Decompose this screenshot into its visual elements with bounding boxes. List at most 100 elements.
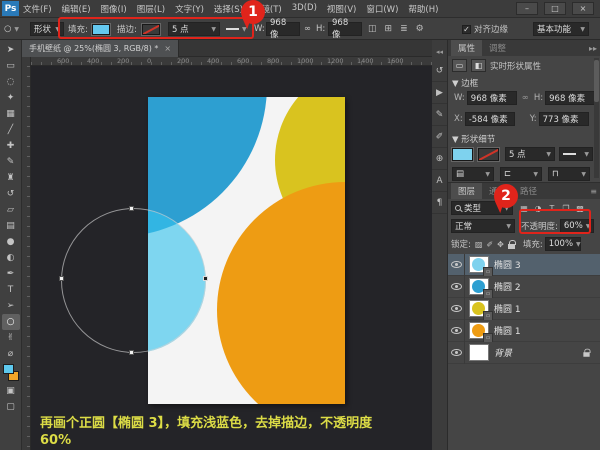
tool-preset-picker[interactable]: ○ ▼ [4, 18, 19, 40]
path-anchor-right[interactable] [203, 276, 208, 281]
visibility-toggle[interactable] [448, 342, 465, 364]
layer-thumbnail[interactable]: ▭ [470, 279, 488, 294]
history-panel-icon[interactable]: ↺ [432, 60, 447, 82]
stroke-corner-select[interactable]: ⊓▼ [548, 167, 590, 181]
prop-x-field[interactable]: -584 像素 [465, 112, 515, 126]
foreground-color-swatch[interactable] [3, 364, 14, 374]
panel-menu-icon[interactable]: ≡ [590, 187, 597, 196]
quick-selection-tool[interactable]: ✦ [2, 90, 20, 106]
menu-item[interactable]: 窗口(W) [366, 3, 398, 15]
lock-pixels-icon[interactable]: ✐ [486, 240, 493, 249]
paragraph-panel-icon[interactable]: ¶ [432, 192, 447, 214]
props-stroke-swatch[interactable] [478, 148, 499, 161]
layer-row-background[interactable]: 背景 [448, 342, 600, 364]
path-anchor-top[interactable] [129, 206, 134, 211]
marquee-tool[interactable]: ▭ [2, 58, 20, 74]
panel-collapse-icon[interactable]: ▸▸ [589, 44, 597, 53]
brush-panel-icon[interactable]: ✐ [432, 126, 447, 148]
link-dimensions-icon[interactable]: ∞ [522, 93, 529, 103]
menu-item[interactable]: 视图(V) [327, 3, 356, 15]
layer-thumbnail[interactable]: ▭ [470, 301, 488, 316]
path-alignment-icon[interactable]: ⊞ [385, 24, 393, 34]
workspace-switcher[interactable]: 基本功能 ▼ [533, 18, 589, 40]
layer-name[interactable]: 椭圆 1 [494, 324, 521, 337]
eraser-tool[interactable]: ▱ [2, 202, 20, 218]
visibility-toggle[interactable] [448, 298, 465, 320]
actions-panel-icon[interactable]: ▶ [432, 82, 447, 104]
layer-name[interactable]: 椭圆 2 [494, 280, 521, 293]
gradient-tool[interactable]: ▤ [2, 218, 20, 234]
lasso-tool[interactable]: ◌ [2, 74, 20, 90]
document-tab[interactable]: 手机壁纸 @ 25%(椭圆 3, RGB/8) * × [22, 40, 179, 57]
zoom-tool[interactable]: ⌀ [2, 346, 20, 362]
props-fill-swatch[interactable] [452, 148, 473, 161]
tab-adjustments[interactable]: 调整 [482, 40, 513, 56]
ellipse-tool[interactable]: ○ [2, 314, 20, 330]
visibility-toggle[interactable] [448, 320, 465, 342]
color-swatches[interactable] [2, 364, 20, 381]
path-anchor-bottom[interactable] [129, 350, 134, 355]
layer-row-ellipse-3[interactable]: ▭ 椭圆 3 [448, 254, 600, 276]
prop-w-field[interactable]: 968 像素 [467, 91, 517, 105]
menu-item[interactable]: 图像(I) [101, 3, 127, 15]
eyedropper-tool[interactable]: ╱ [2, 122, 20, 138]
hand-tool[interactable]: ✌ [2, 330, 20, 346]
ellipse-path-outline[interactable] [61, 208, 206, 353]
path-arrange-icon[interactable]: ≣ [400, 24, 408, 34]
layer-row-ellipse-2[interactable]: ▭ 椭圆 2 [448, 276, 600, 298]
layer-row-ellipse-1b[interactable]: ▭ 椭圆 1 [448, 320, 600, 342]
path-anchor-left[interactable] [59, 276, 64, 281]
brush-tool[interactable]: ✎ [2, 154, 20, 170]
layer-thumbnail[interactable] [470, 345, 488, 360]
layer-thumbnail[interactable]: ▭ [470, 323, 488, 338]
healing-brush-tool[interactable]: ✚ [2, 138, 20, 154]
shape-width-field[interactable]: 968 像 [266, 18, 300, 40]
menu-item[interactable]: 3D(D) [292, 3, 317, 15]
history-brush-tool[interactable]: ↺ [2, 186, 20, 202]
align-edges-checkbox[interactable]: ✓ 对齐边缘 [462, 18, 508, 40]
menu-item[interactable]: 选择(S) [214, 3, 243, 15]
prop-h-field[interactable]: 968 像素 [545, 91, 595, 105]
character-panel-icon[interactable]: A [432, 170, 447, 192]
fill-opacity-field[interactable]: 100% ▼ [545, 237, 581, 251]
shape-height-field[interactable]: 968 像 [328, 18, 362, 40]
clone-stamp-tool[interactable]: ♜ [2, 170, 20, 186]
tab-close-icon[interactable]: × [164, 44, 171, 53]
crop-tool[interactable]: ▦ [2, 106, 20, 122]
menu-item[interactable]: 图层(L) [137, 3, 165, 15]
checkbox-check-icon[interactable]: ✓ [462, 25, 471, 34]
mask-properties-icon[interactable]: ◧ [471, 59, 486, 72]
prop-y-field[interactable]: 773 像素 [539, 112, 589, 126]
blur-tool[interactable]: ● [2, 234, 20, 250]
layer-name[interactable]: 椭圆 3 [494, 258, 521, 271]
type-tool[interactable]: T [2, 282, 20, 298]
layer-name[interactable]: 椭圆 1 [494, 302, 521, 315]
lock-transparency-icon[interactable]: ▨ [475, 240, 483, 249]
link-dimensions-icon[interactable]: ∞ [304, 18, 311, 40]
props-scrollbar[interactable] [594, 58, 599, 178]
clone-source-panel-icon[interactable]: ⊕ [432, 148, 447, 170]
close-button[interactable]: × [572, 2, 594, 15]
path-selection-tool[interactable]: ➢ [2, 298, 20, 314]
stroke-caps-select[interactable]: ⊏▼ [500, 167, 542, 181]
minimize-button[interactable]: – [516, 2, 538, 15]
shape-details-section-header[interactable]: ▼ 形状细节 [452, 133, 495, 145]
menu-item[interactable]: 文字(Y) [175, 3, 204, 15]
quick-mask-button[interactable]: ▣ [2, 383, 20, 399]
layer-name[interactable]: 背景 [494, 346, 512, 359]
move-tool[interactable]: ➤ [2, 42, 20, 58]
tab-layers[interactable]: 图层 [451, 183, 482, 199]
menu-item[interactable]: 编辑(E) [62, 3, 91, 15]
visibility-toggle[interactable] [448, 276, 465, 298]
settings-gear-icon[interactable]: ⚙ [416, 24, 424, 34]
layer-thumbnail[interactable]: ▭ [470, 257, 488, 272]
menu-item[interactable]: 文件(F) [23, 3, 52, 15]
menu-item[interactable]: 帮助(H) [408, 3, 438, 15]
transform-section-header[interactable]: ▼ 边框 [452, 77, 478, 89]
props-stroke-type-select[interactable]: ▼ [559, 147, 593, 161]
tab-properties[interactable]: 属性 [451, 40, 482, 56]
blend-mode-select[interactable]: 正常 ▼ [451, 219, 515, 233]
lock-all-icon[interactable] [508, 244, 515, 249]
ellipse-orange[interactable] [217, 182, 345, 404]
props-stroke-width-select[interactable]: 5 点 ▼ [505, 147, 555, 161]
